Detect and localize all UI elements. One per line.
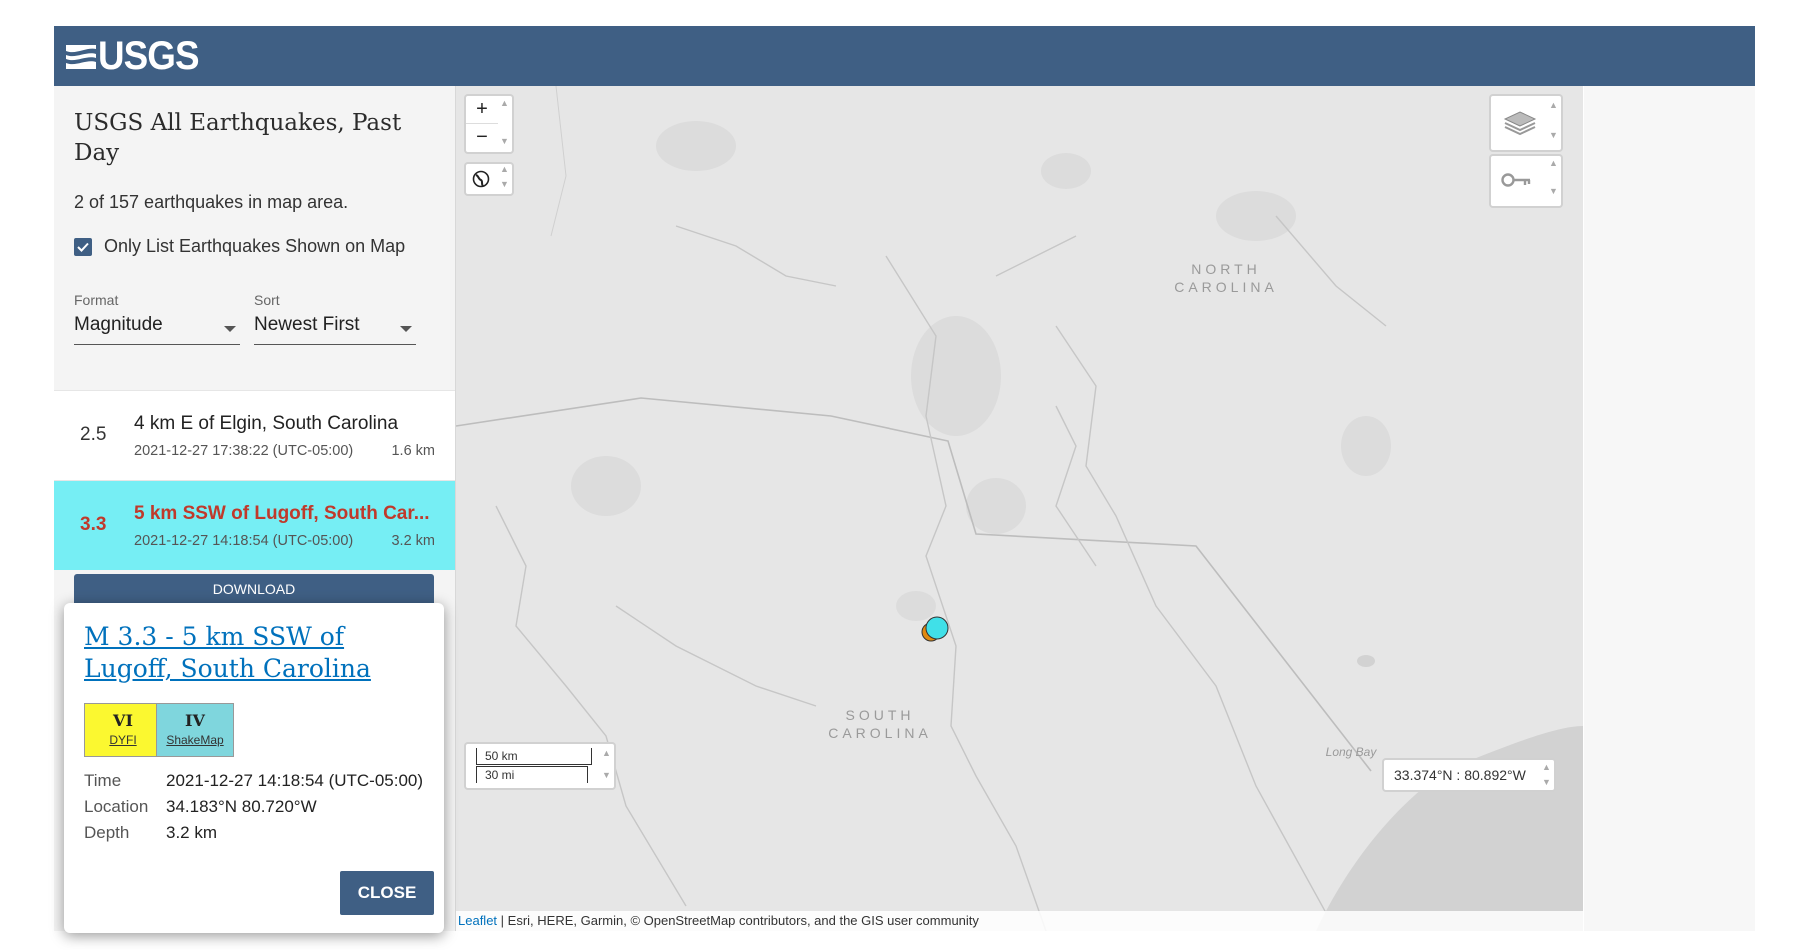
dyfi-link[interactable]: DYFI bbox=[85, 733, 161, 747]
sort-select[interactable]: Newest First bbox=[254, 314, 416, 345]
list-item[interactable]: 2.5 4 km E of Elgin, South Carolina 2021… bbox=[54, 390, 455, 480]
spinner-down-icon: ▼ bbox=[1549, 130, 1558, 140]
eq-magnitude: 2.5 bbox=[80, 424, 107, 445]
globe-icon bbox=[472, 170, 490, 188]
time-value: 2021-12-27 14:18:54 (UTC-05:00) bbox=[166, 771, 424, 790]
map[interactable]: NORTH CAROLINA SOUTH CAROLINA Long Bay +… bbox=[456, 86, 1583, 931]
spinner-down-icon: ▼ bbox=[1542, 777, 1551, 787]
coordinates-value: 33.374°N : 80.892°W bbox=[1394, 767, 1526, 783]
earthquake-count: 2 of 157 earthquakes in map area. bbox=[74, 192, 349, 212]
shakemap-link[interactable]: ShakeMap bbox=[157, 733, 233, 747]
popup-location-row: Location 34.183°N 80.720°W bbox=[84, 797, 317, 817]
right-margin bbox=[1584, 86, 1755, 931]
layers-control[interactable]: ▲ ▼ bbox=[1489, 94, 1563, 152]
layers-icon bbox=[1503, 111, 1537, 136]
spinner-up-icon: ▲ bbox=[1549, 158, 1558, 168]
key-icon bbox=[1501, 173, 1531, 187]
chevron-down-icon bbox=[400, 326, 412, 332]
app: USGS USGS All Earthquakes, Past Day 2 of… bbox=[54, 26, 1755, 933]
location-label: Location bbox=[84, 797, 149, 816]
usgs-wave-icon bbox=[66, 45, 96, 69]
depth-value: 3.2 km bbox=[166, 823, 218, 842]
shakemap-badge[interactable]: IV ShakeMap bbox=[156, 703, 234, 757]
sort-label: Sort bbox=[254, 292, 280, 308]
only-list-label: Only List Earthquakes Shown on Map bbox=[104, 236, 406, 256]
spinner-up-icon: ▲ bbox=[500, 164, 509, 174]
zoom-out-button[interactable]: − bbox=[466, 124, 498, 151]
earthquake-markers bbox=[921, 616, 949, 642]
spinner-down-icon: ▼ bbox=[602, 770, 611, 780]
spinner-up-icon: ▲ bbox=[500, 98, 509, 108]
legend-control[interactable]: ▲ ▼ bbox=[1489, 154, 1563, 208]
popup-title-link[interactable]: M 3.3 - 5 km SSW of Lugoff, South Caroli… bbox=[84, 621, 424, 685]
sort-select-wrapper: Sort Newest First bbox=[254, 292, 416, 345]
location-value: 34.183°N 80.720°W bbox=[166, 797, 317, 816]
dyfi-badge[interactable]: VI DYFI bbox=[84, 703, 162, 757]
earthquake-marker-selected[interactable] bbox=[925, 616, 949, 640]
dyfi-intensity: VI bbox=[113, 711, 133, 730]
scale-mi: 30 mi bbox=[476, 766, 588, 783]
eq-depth: 1.6 km bbox=[391, 443, 435, 459]
only-list-shown-checkbox[interactable]: Only List Earthquakes Shown on Map bbox=[74, 236, 405, 257]
time-label: Time bbox=[84, 771, 122, 790]
sidebar: USGS All Earthquakes, Past Day 2 of 157 … bbox=[54, 86, 456, 933]
list-title: USGS All Earthquakes, Past Day bbox=[74, 110, 402, 166]
eq-time: 2021-12-27 14:18:54 (UTC-05:00) bbox=[134, 533, 354, 549]
spinner-up-icon: ▲ bbox=[1549, 100, 1558, 110]
map-attribution: Leaflet | Esri, HERE, Garmin, © OpenStre… bbox=[456, 911, 1583, 931]
list-item-selected[interactable]: 3.3 5 km SSW of Lugoff, South Car... 202… bbox=[54, 480, 455, 570]
state-label-south-carolina-2: CAROLINA bbox=[828, 725, 932, 741]
eq-time: 2021-12-27 17:38:22 (UTC-05:00) bbox=[134, 443, 354, 459]
close-button[interactable]: CLOSE bbox=[340, 871, 434, 915]
scale-km: 50 km bbox=[476, 748, 592, 765]
eq-place: 4 km E of Elgin, South Carolina bbox=[134, 413, 399, 434]
spinner-up-icon: ▲ bbox=[1542, 762, 1551, 772]
basemap: NORTH CAROLINA SOUTH CAROLINA Long Bay bbox=[456, 86, 1583, 931]
zoom-in-button[interactable]: + bbox=[466, 96, 498, 124]
format-select-wrapper: Format Magnitude bbox=[74, 292, 240, 345]
eq-magnitude: 3.3 bbox=[80, 514, 107, 535]
state-label-north-carolina-1: NORTH bbox=[1191, 261, 1261, 277]
usgs-logo[interactable]: USGS bbox=[66, 33, 207, 78]
earthquake-popup: M 3.3 - 5 km SSW of Lugoff, South Caroli… bbox=[64, 603, 444, 933]
state-label-north-carolina-2: CAROLINA bbox=[1174, 279, 1278, 295]
globe-control[interactable]: ▲ ▼ bbox=[464, 162, 514, 196]
sort-value: Newest First bbox=[254, 314, 360, 335]
spinner-up-icon: ▲ bbox=[602, 748, 611, 758]
spinner-down-icon: ▼ bbox=[500, 179, 509, 189]
popup-time-row: Time 2021-12-27 14:18:54 (UTC-05:00) bbox=[84, 771, 423, 791]
spinner-down-icon: ▼ bbox=[500, 136, 509, 146]
attribution-text: | Esri, HERE, Garmin, © OpenStreetMap co… bbox=[497, 913, 979, 928]
water-label-long-bay: Long Bay bbox=[1326, 745, 1378, 759]
scale-control: 50 km 30 mi ▲ ▼ bbox=[464, 742, 616, 790]
chevron-down-icon bbox=[224, 326, 236, 332]
popup-depth-row: Depth 3.2 km bbox=[84, 823, 217, 843]
download-button[interactable]: DOWNLOAD bbox=[74, 574, 434, 604]
format-label: Format bbox=[74, 292, 119, 308]
format-value: Magnitude bbox=[74, 314, 163, 335]
header-bar: USGS bbox=[54, 26, 1755, 86]
format-select[interactable]: Magnitude bbox=[74, 314, 240, 345]
checkbox-checked-icon[interactable] bbox=[74, 237, 92, 256]
earthquake-list: 2.5 4 km E of Elgin, South Carolina 2021… bbox=[54, 390, 455, 570]
spinner-down-icon: ▼ bbox=[1549, 186, 1558, 196]
depth-label: Depth bbox=[84, 823, 130, 842]
mouse-coordinates: 33.374°N : 80.892°W ▲ ▼ bbox=[1382, 758, 1556, 792]
leaflet-link[interactable]: Leaflet bbox=[458, 913, 497, 928]
state-label-south-carolina-1: SOUTH bbox=[846, 707, 915, 723]
eq-place: 5 km SSW of Lugoff, South Car... bbox=[134, 503, 430, 524]
eq-depth: 3.2 km bbox=[391, 533, 435, 549]
logo-text: USGS bbox=[98, 33, 200, 78]
shakemap-intensity: IV bbox=[185, 711, 205, 730]
zoom-control: + − ▲ ▼ bbox=[464, 94, 514, 154]
